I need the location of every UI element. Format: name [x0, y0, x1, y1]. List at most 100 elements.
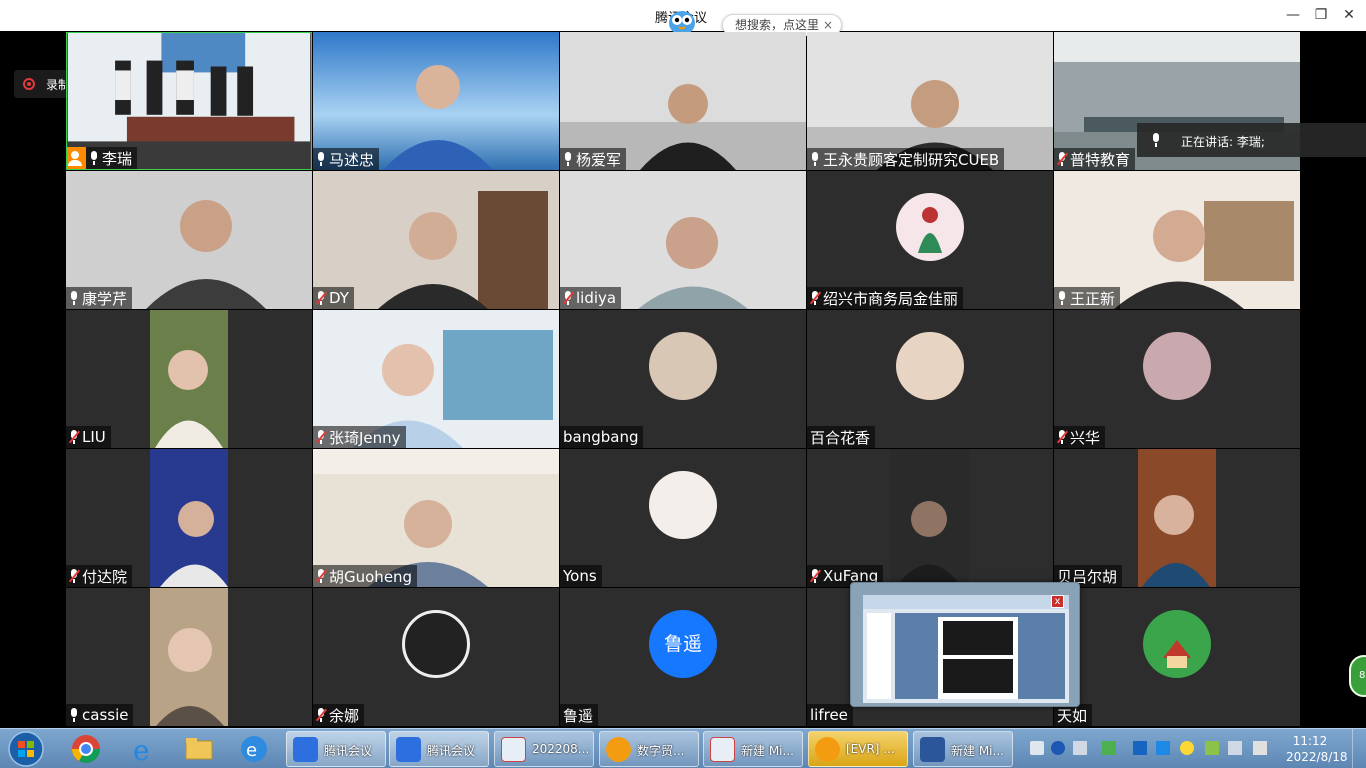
mic-muted-icon: [315, 569, 328, 583]
mic-muted-icon: [68, 569, 81, 583]
video-tile[interactable]: 李瑞: [66, 32, 312, 170]
internet-explorer-icon[interactable]: e: [127, 733, 159, 765]
participant-name: 胡Guoheng: [329, 567, 413, 586]
tencent-meeting-tray-icon[interactable]: [1133, 741, 1147, 755]
video-tile[interactable]: XuFang: [807, 449, 1053, 587]
video-tile[interactable]: 康学芹: [66, 171, 312, 309]
taskbar-thumbnail-preview[interactable]: x: [850, 582, 1080, 707]
video-tile[interactable]: 张琦Jenny: [313, 310, 559, 448]
network-icon[interactable]: [1205, 741, 1219, 755]
video-tile[interactable]: Yons: [560, 449, 806, 587]
video-tile[interactable]: 绍兴市商务局金佳丽: [807, 171, 1053, 309]
chrome-icon[interactable]: [70, 733, 102, 765]
video-tile[interactable]: 贝吕尔胡: [1054, 449, 1300, 587]
minimize-button[interactable]: —: [1282, 5, 1304, 25]
participant-name-tag: 李瑞: [67, 147, 138, 169]
taskbar-button[interactable]: 新建 Mi...: [703, 731, 803, 767]
security-icon[interactable]: [1180, 741, 1194, 755]
participant-name: 百合花香: [810, 428, 871, 447]
participant-name-tag: 康学芹: [66, 287, 133, 309]
file-explorer-icon[interactable]: [183, 733, 215, 765]
taskbar-button[interactable]: 腾讯会议: [286, 731, 386, 767]
mic-muted-icon: [1056, 152, 1069, 166]
clock-time: 11:12: [1292, 734, 1328, 748]
video-tile[interactable]: 王永贵顾客定制研究CUEB: [807, 32, 1053, 170]
taskbar-button[interactable]: 数字贸...: [599, 731, 699, 767]
volume-icon[interactable]: [1228, 741, 1242, 755]
taskbar-button[interactable]: 新建 Mi...: [913, 731, 1013, 767]
participant-name: 王正新: [1070, 289, 1116, 308]
participant-name: 余娜: [329, 706, 360, 725]
participant-name: LIU: [82, 428, 106, 446]
battery-icon[interactable]: [1102, 741, 1116, 755]
media-player-icon: [606, 737, 631, 762]
mic-on-icon: [89, 151, 99, 165]
video-tile[interactable]: DY: [313, 171, 559, 309]
video-feed: [891, 449, 969, 587]
participant-name: 天如: [1057, 706, 1088, 725]
video-tile[interactable]: lidiya: [560, 171, 806, 309]
video-tile[interactable]: 付达院: [66, 449, 312, 587]
taskbar-button[interactable]: 202208...: [494, 731, 594, 767]
browser-icon[interactable]: e: [238, 733, 270, 765]
video-tile[interactable]: 兴华: [1054, 310, 1300, 448]
video-tile[interactable]: 鲁遥 鲁遥: [560, 588, 806, 726]
participant-name-tag: cassie: [66, 704, 134, 726]
mic-on-icon: [316, 152, 326, 166]
participant-name-tag: 天如: [1054, 704, 1093, 726]
participant-avatar: [1143, 332, 1211, 400]
participant-name-tag: 鲁遥: [560, 704, 599, 726]
participant-name: 普特教育: [1070, 150, 1131, 169]
participant-name: 兴华: [1070, 428, 1101, 447]
action-center-icon[interactable]: [1253, 741, 1267, 755]
participant-name: 康学芹: [82, 289, 128, 308]
media-player-icon: [815, 737, 840, 762]
system-clock[interactable]: 11:12 2022/8/18: [1286, 733, 1348, 765]
show-desktop-button[interactable]: [1352, 729, 1366, 768]
mic-muted-icon: [562, 291, 575, 305]
restore-button[interactable]: ❐: [1310, 5, 1332, 25]
video-feed: [150, 449, 228, 587]
participant-name-tag: 普特教育: [1054, 148, 1136, 170]
taskbar-button[interactable]: 腾讯会议: [389, 731, 489, 767]
video-tile[interactable]: 余娜: [313, 588, 559, 726]
participant-name: 李瑞: [102, 149, 133, 168]
close-button[interactable]: ✕: [1338, 5, 1360, 25]
taskbar-button[interactable]: [EVR] ...: [808, 731, 908, 767]
video-tile[interactable]: 王正新: [1054, 171, 1300, 309]
video-tile[interactable]: 杨爱军: [560, 32, 806, 170]
participant-name-tag: 王正新: [1054, 287, 1121, 309]
participant-name: bangbang: [563, 428, 639, 446]
participant-name-tag: 百合花香: [807, 426, 876, 448]
participant-name: Yons: [563, 567, 597, 585]
clock-date: 2022/8/18: [1286, 750, 1348, 764]
svg-text:e: e: [246, 740, 257, 761]
video-tile[interactable]: 马述忠: [313, 32, 559, 170]
bluetooth-icon[interactable]: [1156, 741, 1170, 755]
arrows-icon[interactable]: [1073, 741, 1087, 755]
video-tile[interactable]: bangbang: [560, 310, 806, 448]
mic-muted-icon: [809, 569, 822, 583]
video-tile[interactable]: 百合花香: [807, 310, 1053, 448]
taskbar: e e 腾讯会议 腾讯会议 202208... 数字贸... 新建 Mi... …: [0, 728, 1366, 768]
tencent-meeting-icon: [396, 737, 421, 762]
floating-badge[interactable]: 80: [1349, 655, 1366, 697]
video-tile[interactable]: 天如: [1054, 588, 1300, 726]
mic-on-icon: [810, 152, 820, 166]
windows-start-icon[interactable]: [6, 730, 46, 768]
video-tile[interactable]: LIU: [66, 310, 312, 448]
participant-name-tag: 王永贵顾客定制研究CUEB: [807, 148, 1005, 170]
window-thumbnail: [863, 595, 1069, 703]
participant-name-tag: 兴华: [1054, 426, 1106, 448]
participant-name: 付达院: [82, 567, 128, 586]
help-icon[interactable]: [1051, 741, 1065, 755]
participant-name-tag: 胡Guoheng: [313, 565, 418, 587]
video-tile[interactable]: cassie: [66, 588, 312, 726]
keyboard-icon[interactable]: [1030, 741, 1044, 755]
mic-muted-icon: [68, 430, 81, 444]
video-tile[interactable]: 胡Guoheng: [313, 449, 559, 587]
video-feed: [150, 310, 228, 448]
preview-close-button[interactable]: x: [1051, 595, 1064, 608]
participant-avatar: [896, 193, 964, 261]
participant-avatar: [896, 332, 964, 400]
